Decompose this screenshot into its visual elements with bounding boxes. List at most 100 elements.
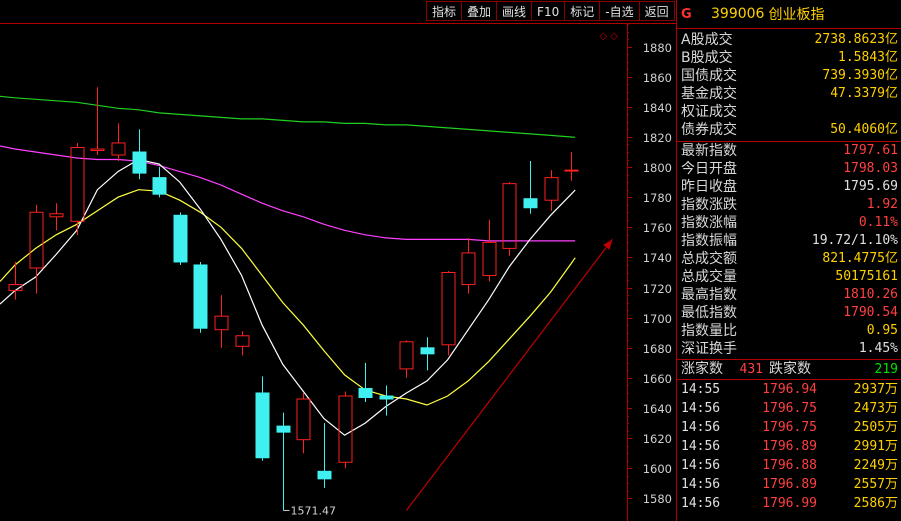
candle-body-up: [235, 335, 250, 347]
candle-body-down: [523, 198, 538, 209]
overlay-button[interactable]: 叠加: [462, 1, 498, 21]
candle-body-up: [49, 213, 64, 218]
tick-time: 14:55: [681, 382, 721, 397]
y-tick-label: 1860: [643, 71, 672, 85]
y-tick-label: 1840: [643, 101, 672, 115]
index-stat-row: 深证换手 1.45%: [677, 340, 901, 358]
index-stat-row: 指数量比 0.95: [677, 322, 901, 340]
f10-button[interactable]: F10: [532, 1, 566, 21]
y-tick-label: 1780: [643, 191, 672, 205]
index-stat-row-value: 821.4775亿: [822, 251, 898, 266]
draw-line-button[interactable]: 画线: [497, 1, 533, 21]
turnover-row: 权证成交: [677, 103, 901, 121]
index-stat-row-value: 0.95: [866, 323, 898, 338]
tick-list[interactable]: 14:55 1796.94 2937万 14:56 1796.75 2473万 14:56 1…: [677, 380, 901, 513]
advancers-value: 431: [739, 362, 763, 377]
tick-volume: 2473万: [854, 399, 898, 418]
tick-volume-unit: 万: [884, 496, 898, 511]
y-tick-label: 1820: [643, 131, 672, 145]
decliners-label: 跌家数: [769, 361, 811, 377]
index-stat-row: 指数振幅 19.72/1.10%: [677, 232, 901, 250]
candle-body-down: [420, 347, 435, 355]
tick-price: 1796.75: [762, 401, 817, 416]
tick-price: 1796.75: [762, 420, 817, 435]
index-stat-row-value: 1810.26: [843, 287, 898, 302]
candle-body-up: [544, 177, 559, 201]
index-stat-row: 指数涨幅 0.11%: [677, 214, 901, 232]
y-tick-label: 1880: [643, 41, 672, 55]
index-code: 399006: [711, 6, 765, 22]
tick-volume-number: 2505: [853, 420, 885, 435]
advancers-label: 涨家数: [681, 361, 723, 377]
tick-volume-unit: 万: [884, 401, 898, 416]
index-stat-row-value: 19.72/1.10%: [811, 233, 898, 248]
turnover-row: 基金成交 47.3379亿: [677, 85, 901, 103]
index-stat-row-label: 指数涨跌: [681, 197, 737, 213]
index-stat-row-value: 50175161: [835, 269, 898, 284]
candle-body-up: [502, 183, 517, 249]
y-tick-label: 1720: [643, 282, 672, 296]
tick-row: 14:56 1796.89 2557万: [677, 475, 901, 494]
kline-chart[interactable]: 1580 1600 1620 1640 1660 1680 1700 1720 1740 1760…: [0, 0, 676, 521]
turnover-row: 国债成交 739.3930亿: [677, 67, 901, 85]
candle-body-down: [276, 425, 291, 433]
y-tick-label: 1760: [643, 221, 672, 235]
index-stat-row-label: 指数量比: [681, 323, 737, 339]
tick-volume-number: 2991: [853, 439, 885, 454]
index-stat-row: 指数涨跌 1.92: [677, 196, 901, 214]
turnover-row-label: B股成交: [681, 50, 733, 66]
indicator-button[interactable]: 指标: [426, 1, 463, 21]
tick-time: 14:56: [681, 496, 721, 511]
turnover-row-label: 权证成交: [681, 104, 737, 120]
tick-volume-unit: 万: [884, 382, 898, 397]
index-stat-row-label: 最新指数: [681, 143, 737, 159]
turnover-row-label: 基金成交: [681, 86, 737, 102]
index-stat-row: 总成交量 50175161: [677, 268, 901, 286]
ma-mid-line: [0, 189, 576, 406]
index-stat-row-value: 1.45%: [858, 341, 898, 356]
tick-price: 1796.88: [762, 458, 817, 473]
index-stats-section: 最新指数 1797.61 今日开盘 1798.03 昨日收盘 1795.69 指数涨跌 1.9…: [677, 142, 901, 360]
kline-chart-svg[interactable]: 1580 1600 1620 1640 1660 1680 1700 1720 1740 1760…: [0, 0, 676, 521]
tick-row: 14:56 1796.75 2505万: [677, 418, 901, 437]
index-stat-row-value: 1797.61: [843, 143, 898, 158]
turnover-row-value: 739.3930亿: [822, 68, 898, 83]
tick-volume: 2505万: [854, 418, 898, 437]
tick-volume: 2249万: [854, 456, 898, 475]
candle-body-up: [441, 272, 456, 346]
index-stat-row: 最高指数 1810.26: [677, 286, 901, 304]
tick-volume-unit: 万: [884, 458, 898, 473]
y-tick-label: 1680: [643, 342, 672, 356]
y-tick-label: 1580: [643, 492, 672, 506]
turnover-row-label: A股成交: [681, 32, 733, 48]
candle-body-down: [358, 387, 373, 399]
tick-volume: 2557万: [854, 475, 898, 494]
candle-body-up: [111, 142, 126, 156]
chart-toolbar: 指标 叠加 画线 F10 标记 -自选 返回: [426, 1, 675, 23]
index-stat-row-value: 0.11%: [858, 215, 898, 230]
index-stat-row-value: 1790.54: [843, 305, 898, 320]
turnover-row: 债券成交 50.4060亿: [677, 121, 901, 139]
index-stat-row-label: 昨日收盘: [681, 179, 737, 195]
back-button[interactable]: 返回: [639, 1, 675, 21]
turnover-row-value: 50.4060亿: [830, 122, 898, 137]
index-stat-row-label: 今日开盘: [681, 161, 737, 177]
tick-volume: 2937万: [854, 380, 898, 399]
tick-volume-number: 2473: [853, 401, 885, 416]
candle-body-up: [461, 252, 476, 286]
y-tick-label: 1660: [643, 372, 672, 386]
tick-volume-number: 2937: [853, 382, 885, 397]
mark-button[interactable]: 标记: [565, 1, 601, 21]
tick-time: 14:56: [681, 401, 721, 416]
tick-row: 14:56 1796.88 2249万: [677, 456, 901, 475]
turnover-row: B股成交 1.5843亿: [677, 49, 901, 67]
tick-volume-unit: 万: [884, 477, 898, 492]
remove-watchlist-button[interactable]: -自选: [600, 1, 640, 21]
tick-price: 1796.89: [762, 439, 817, 454]
tick-volume-unit: 万: [884, 420, 898, 435]
candle-body-up: [214, 315, 229, 331]
candle-body-up: [29, 211, 44, 269]
tick-row: 14:56 1796.99 2586万: [677, 494, 901, 513]
candle-body-up: [564, 169, 579, 172]
candle-body-up: [90, 148, 105, 152]
